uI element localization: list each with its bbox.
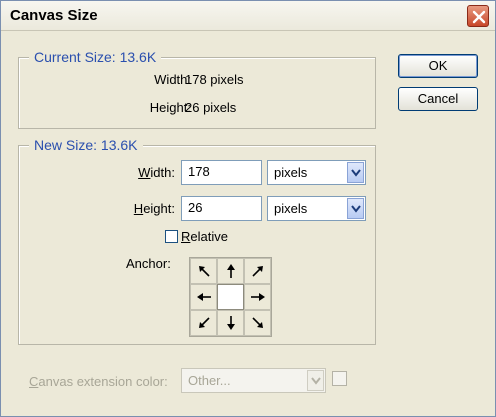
current-height-value: 26 pixels xyxy=(185,100,237,115)
close-button[interactable] xyxy=(467,5,489,27)
canvas-extension-color-swatch[interactable] xyxy=(332,371,347,386)
anchor-center[interactable] xyxy=(217,284,244,310)
anchor-right[interactable] xyxy=(244,284,271,310)
height-input[interactable]: 26 xyxy=(181,196,262,221)
arrow-left-icon xyxy=(196,293,211,301)
width-input[interactable]: 178 xyxy=(181,160,262,185)
current-size-group: Current Size: 13.6K Width: 178 pixels He… xyxy=(18,49,376,129)
relative-checkbox[interactable] xyxy=(165,230,178,243)
arrow-up-right-icon xyxy=(251,266,263,277)
width-unit-select[interactable]: pixels xyxy=(267,160,366,185)
chevron-down-icon xyxy=(351,205,361,213)
arrow-down-left-icon xyxy=(198,317,210,328)
canvas-extension-color-value: Other... xyxy=(188,373,231,388)
anchor-top[interactable] xyxy=(217,258,244,284)
anchor-top-right[interactable] xyxy=(244,258,271,284)
canvas-extension-color-label: Canvas extension color: xyxy=(29,374,168,389)
cancel-button[interactable]: Cancel xyxy=(398,87,478,111)
chevron-down-icon xyxy=(351,169,361,177)
current-size-legend: Current Size: 13.6K xyxy=(29,49,162,65)
anchor-top-left[interactable] xyxy=(190,258,217,284)
new-height-label: Height: xyxy=(133,201,175,216)
anchor-label: Anchor: xyxy=(126,256,171,271)
height-unit-dropdown[interactable] xyxy=(347,198,364,219)
height-unit-value: pixels xyxy=(274,201,308,216)
height-unit-select[interactable]: pixels xyxy=(267,196,366,221)
relative-label[interactable]: Relative xyxy=(181,229,228,244)
dialog-title: Canvas Size xyxy=(10,7,98,24)
current-width-value: 178 pixels xyxy=(185,72,244,87)
arrow-right-icon xyxy=(250,293,265,301)
new-width-label: Width: xyxy=(138,165,175,180)
anchor-bottom-right[interactable] xyxy=(244,310,271,336)
arrow-up-icon xyxy=(226,264,235,278)
arrow-down-icon xyxy=(226,316,235,330)
anchor-bottom[interactable] xyxy=(217,310,244,336)
arrow-down-right-icon xyxy=(251,317,263,328)
new-size-legend: New Size: 13.6K xyxy=(29,137,143,153)
canvas-extension-color-dropdown[interactable] xyxy=(307,370,324,391)
canvas-extension-color-select[interactable]: Other... xyxy=(181,368,326,393)
canvas-size-dialog: Canvas Size OK Cancel Current Size: 13.6… xyxy=(0,0,496,417)
width-unit-dropdown[interactable] xyxy=(347,162,364,183)
anchor-bottom-left[interactable] xyxy=(190,310,217,336)
anchor-left[interactable] xyxy=(190,284,217,310)
title-bar: Canvas Size xyxy=(1,1,495,31)
new-size-group: New Size: 13.6K Width: 178 pixels Height… xyxy=(18,137,376,345)
arrow-up-left-icon xyxy=(198,266,210,277)
chevron-down-icon xyxy=(311,377,321,385)
ok-button[interactable]: OK xyxy=(398,54,478,78)
anchor-grid xyxy=(189,257,272,337)
width-unit-value: pixels xyxy=(274,165,308,180)
close-icon xyxy=(472,10,486,24)
